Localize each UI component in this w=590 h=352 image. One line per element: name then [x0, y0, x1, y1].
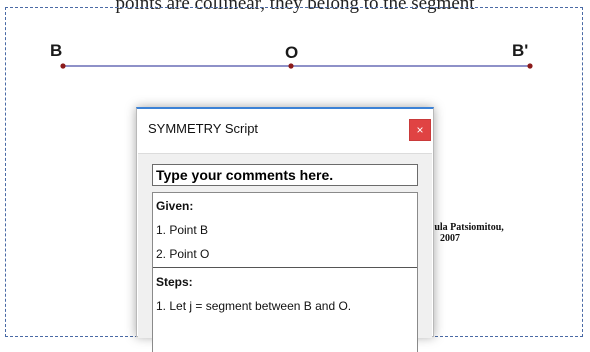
point-b-label: B [50, 41, 63, 60]
point-b[interactable] [60, 63, 66, 69]
given-item-1[interactable]: 1. Point B [156, 223, 208, 237]
section-divider [153, 267, 417, 268]
dialog-title: SYMMETRY Script [148, 121, 259, 136]
step-item-1[interactable]: 1. Let j = segment between B and O. [156, 299, 351, 313]
given-item-2[interactable]: 2. Point O [156, 247, 209, 261]
dialog-body: Type your comments here. Given: 1. Point… [138, 153, 432, 352]
close-button[interactable]: × [409, 119, 431, 141]
point-o[interactable] [288, 63, 294, 69]
given-heading: Given: [156, 199, 194, 213]
symmetry-script-dialog: SYMMETRY Script × Type your comments her… [136, 107, 434, 352]
point-b-prime[interactable] [527, 63, 533, 69]
steps-heading: Steps: [156, 275, 193, 289]
script-content: Given: 1. Point B 2. Point O Steps: 1. L… [152, 192, 418, 352]
point-o-label: O [285, 43, 299, 62]
close-icon: × [416, 123, 424, 137]
comment-field[interactable]: Type your comments here. [152, 164, 418, 186]
point-b-prime-label: B' [512, 41, 529, 60]
